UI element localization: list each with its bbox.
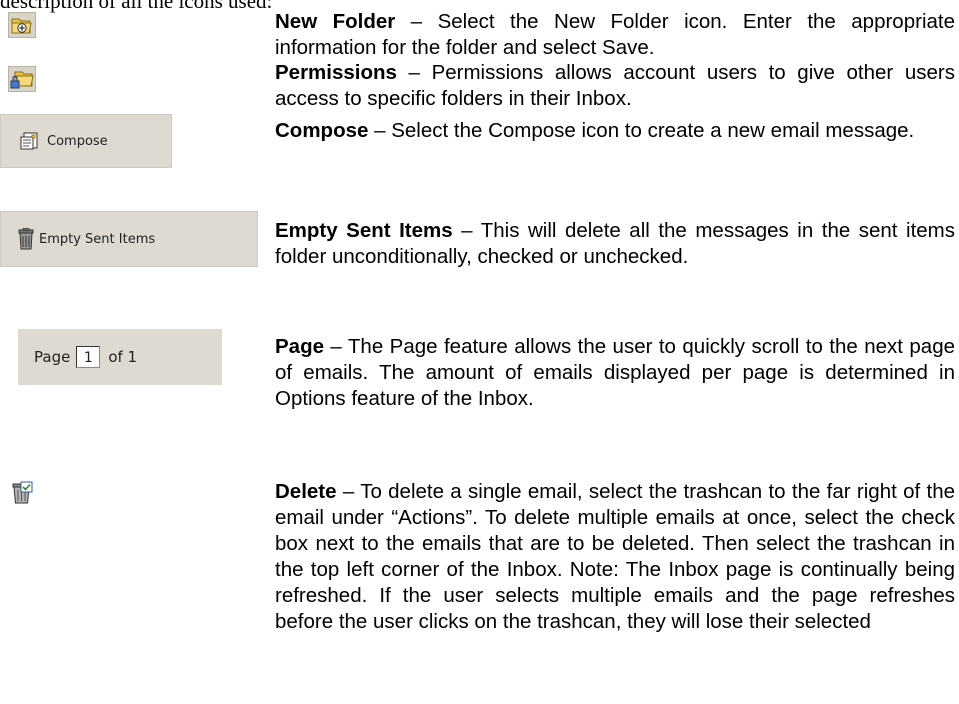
page-description: Page – The Page feature allows the user … — [275, 335, 955, 410]
compose-button-label: Compose — [47, 133, 108, 149]
new-folder-icon[interactable] — [8, 12, 36, 38]
empty-sent-items-button[interactable]: Empty Sent Items — [0, 211, 258, 267]
compose-button[interactable]: Compose — [0, 114, 172, 168]
delete-icon[interactable] — [10, 481, 34, 505]
permissions-title: Permissions — [275, 61, 397, 84]
page-number-input[interactable]: 1 — [76, 346, 101, 368]
delete-description: Delete – To delete a single email, selec… — [275, 480, 955, 633]
partial-heading: description of all the icons used: — [0, 0, 273, 13]
permissions-folder-icon[interactable] — [8, 66, 36, 92]
page-title: Page — [275, 335, 324, 358]
empty-sent-items-description: Empty Sent Items – This will delete all … — [275, 219, 955, 268]
page-label: Page — [34, 348, 71, 366]
new-folder-description: New Folder – Select the New Folder icon.… — [275, 10, 955, 59]
page-control: Page 1 of 1 — [18, 329, 222, 385]
delete-title: Delete — [275, 480, 337, 503]
compose-description: Compose – Select the Compose icon to cre… — [275, 119, 915, 142]
new-folder-title: New Folder — [275, 10, 396, 33]
compose-title: Compose — [275, 119, 369, 142]
trash-icon — [17, 228, 35, 250]
empty-sent-items-title: Empty Sent Items — [275, 219, 453, 242]
empty-sent-items-button-label: Empty Sent Items — [39, 231, 156, 247]
page-total: of 1 — [108, 348, 138, 366]
compose-icon — [19, 131, 39, 151]
permissions-description: Permissions – Permissions allows account… — [275, 61, 955, 110]
